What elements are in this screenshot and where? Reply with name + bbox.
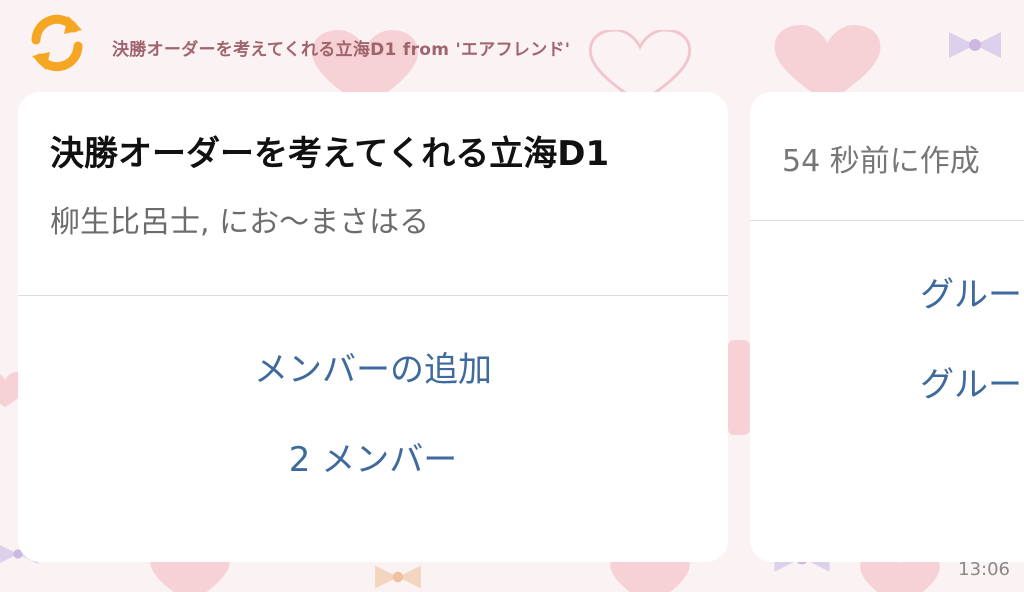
group-name: 決勝オーダーを考えてくれる立海D1 [50, 134, 610, 174]
group-info-card: 決勝オーダーを考えてくれる立海D1 柳生比呂士, にお〜まさはる メンバーの追加… [18, 92, 728, 562]
group-members-text: 柳生比呂士, にお〜まさはる [50, 205, 430, 240]
add-member-button[interactable]: メンバーの追加 [18, 342, 728, 391]
refresh-sync-icon[interactable] [22, 8, 92, 78]
ribbon-bow-icon [375, 565, 421, 589]
ribbon-bow-icon [949, 32, 1001, 58]
message-timestamp: 13:06 [958, 559, 1010, 580]
created-time-text: 54 秒前に作成 [782, 144, 980, 179]
group-created-card: 54 秒前に作成 グルー グルー [750, 92, 1024, 562]
group-action-button-1[interactable]: グルー [920, 267, 1022, 316]
member-count-button[interactable]: 2 メンバー [18, 432, 728, 481]
notification-title: 決勝オーダーを考えてくれる立海D1 from 'エアフレンド' [112, 40, 571, 60]
group-action-button-2[interactable]: グルー [920, 357, 1022, 406]
heart-decoration-icon [728, 340, 750, 435]
card-divider [750, 220, 1024, 221]
card-divider [18, 295, 728, 296]
